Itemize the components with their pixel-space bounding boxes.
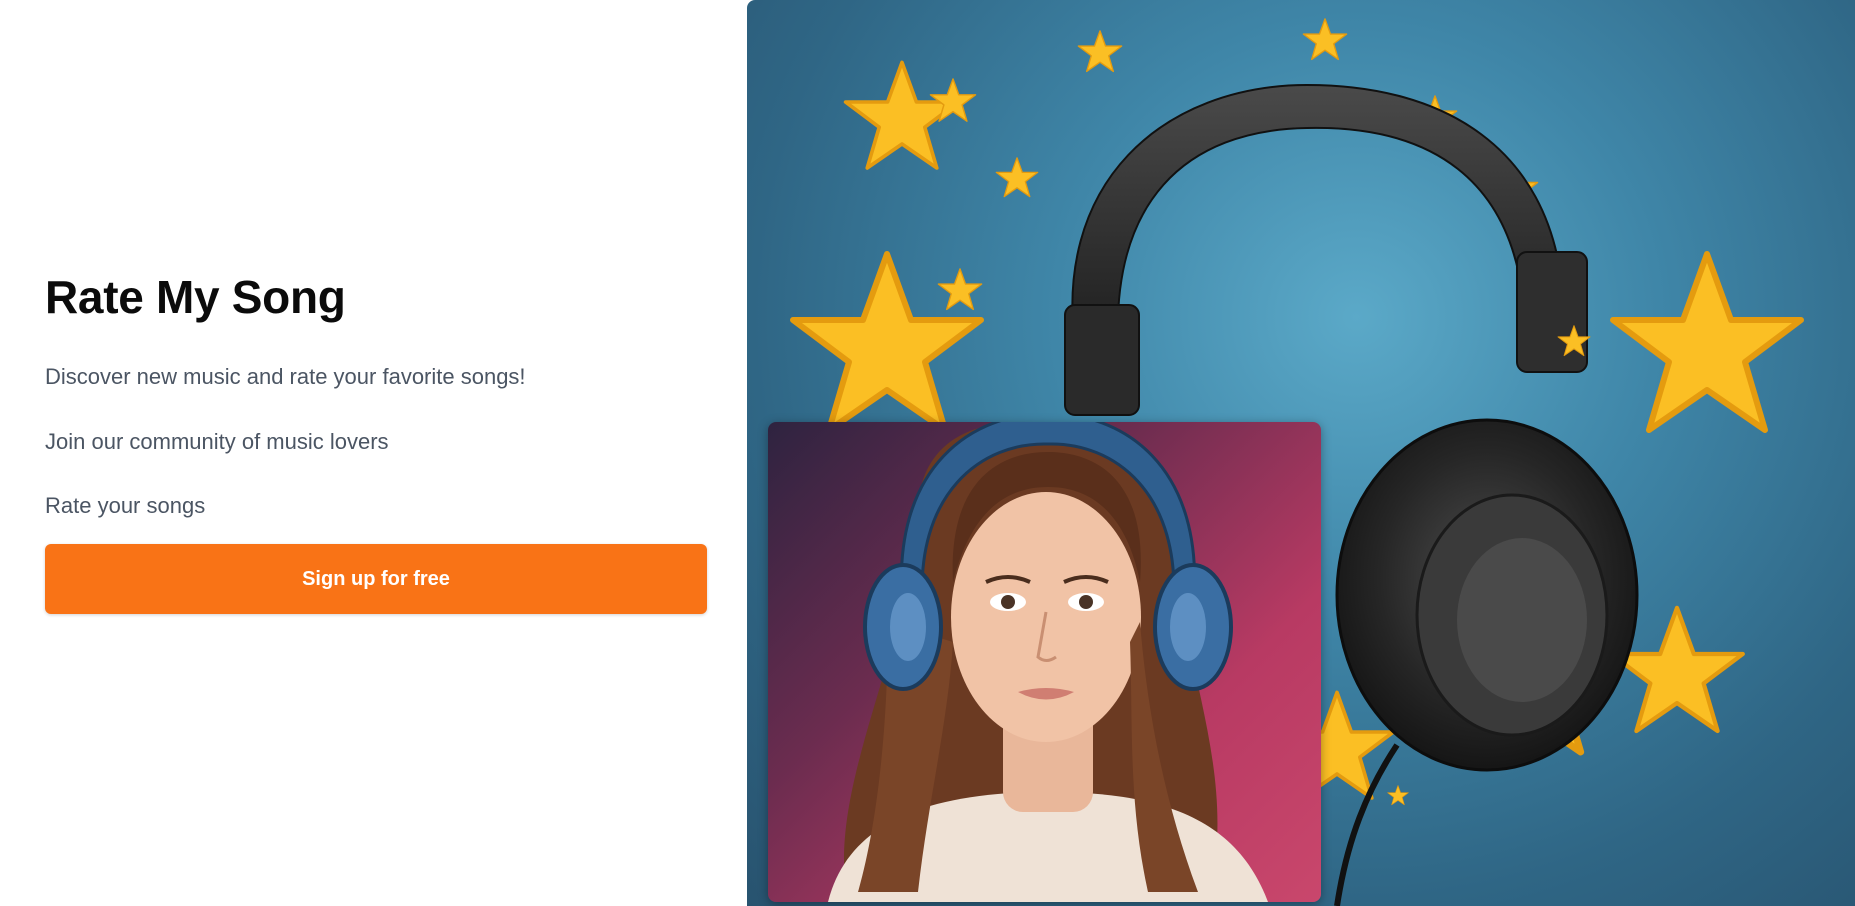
portrait-illustration <box>828 422 1268 902</box>
tagline-rate: Rate your songs <box>45 492 206 518</box>
landing-page: Rate My Song Discover new music and rate… <box>0 0 1855 906</box>
tagline-discover: Discover new music and rate your favorit… <box>45 364 526 390</box>
hero-section: Rate My Song Discover new music and rate… <box>45 270 707 615</box>
signup-button[interactable]: Sign up for free <box>45 544 707 615</box>
page-title: Rate My Song <box>45 271 346 323</box>
woman-headphones-photo <box>768 422 1321 902</box>
tagline-community: Join our community of music lovers <box>45 428 389 454</box>
